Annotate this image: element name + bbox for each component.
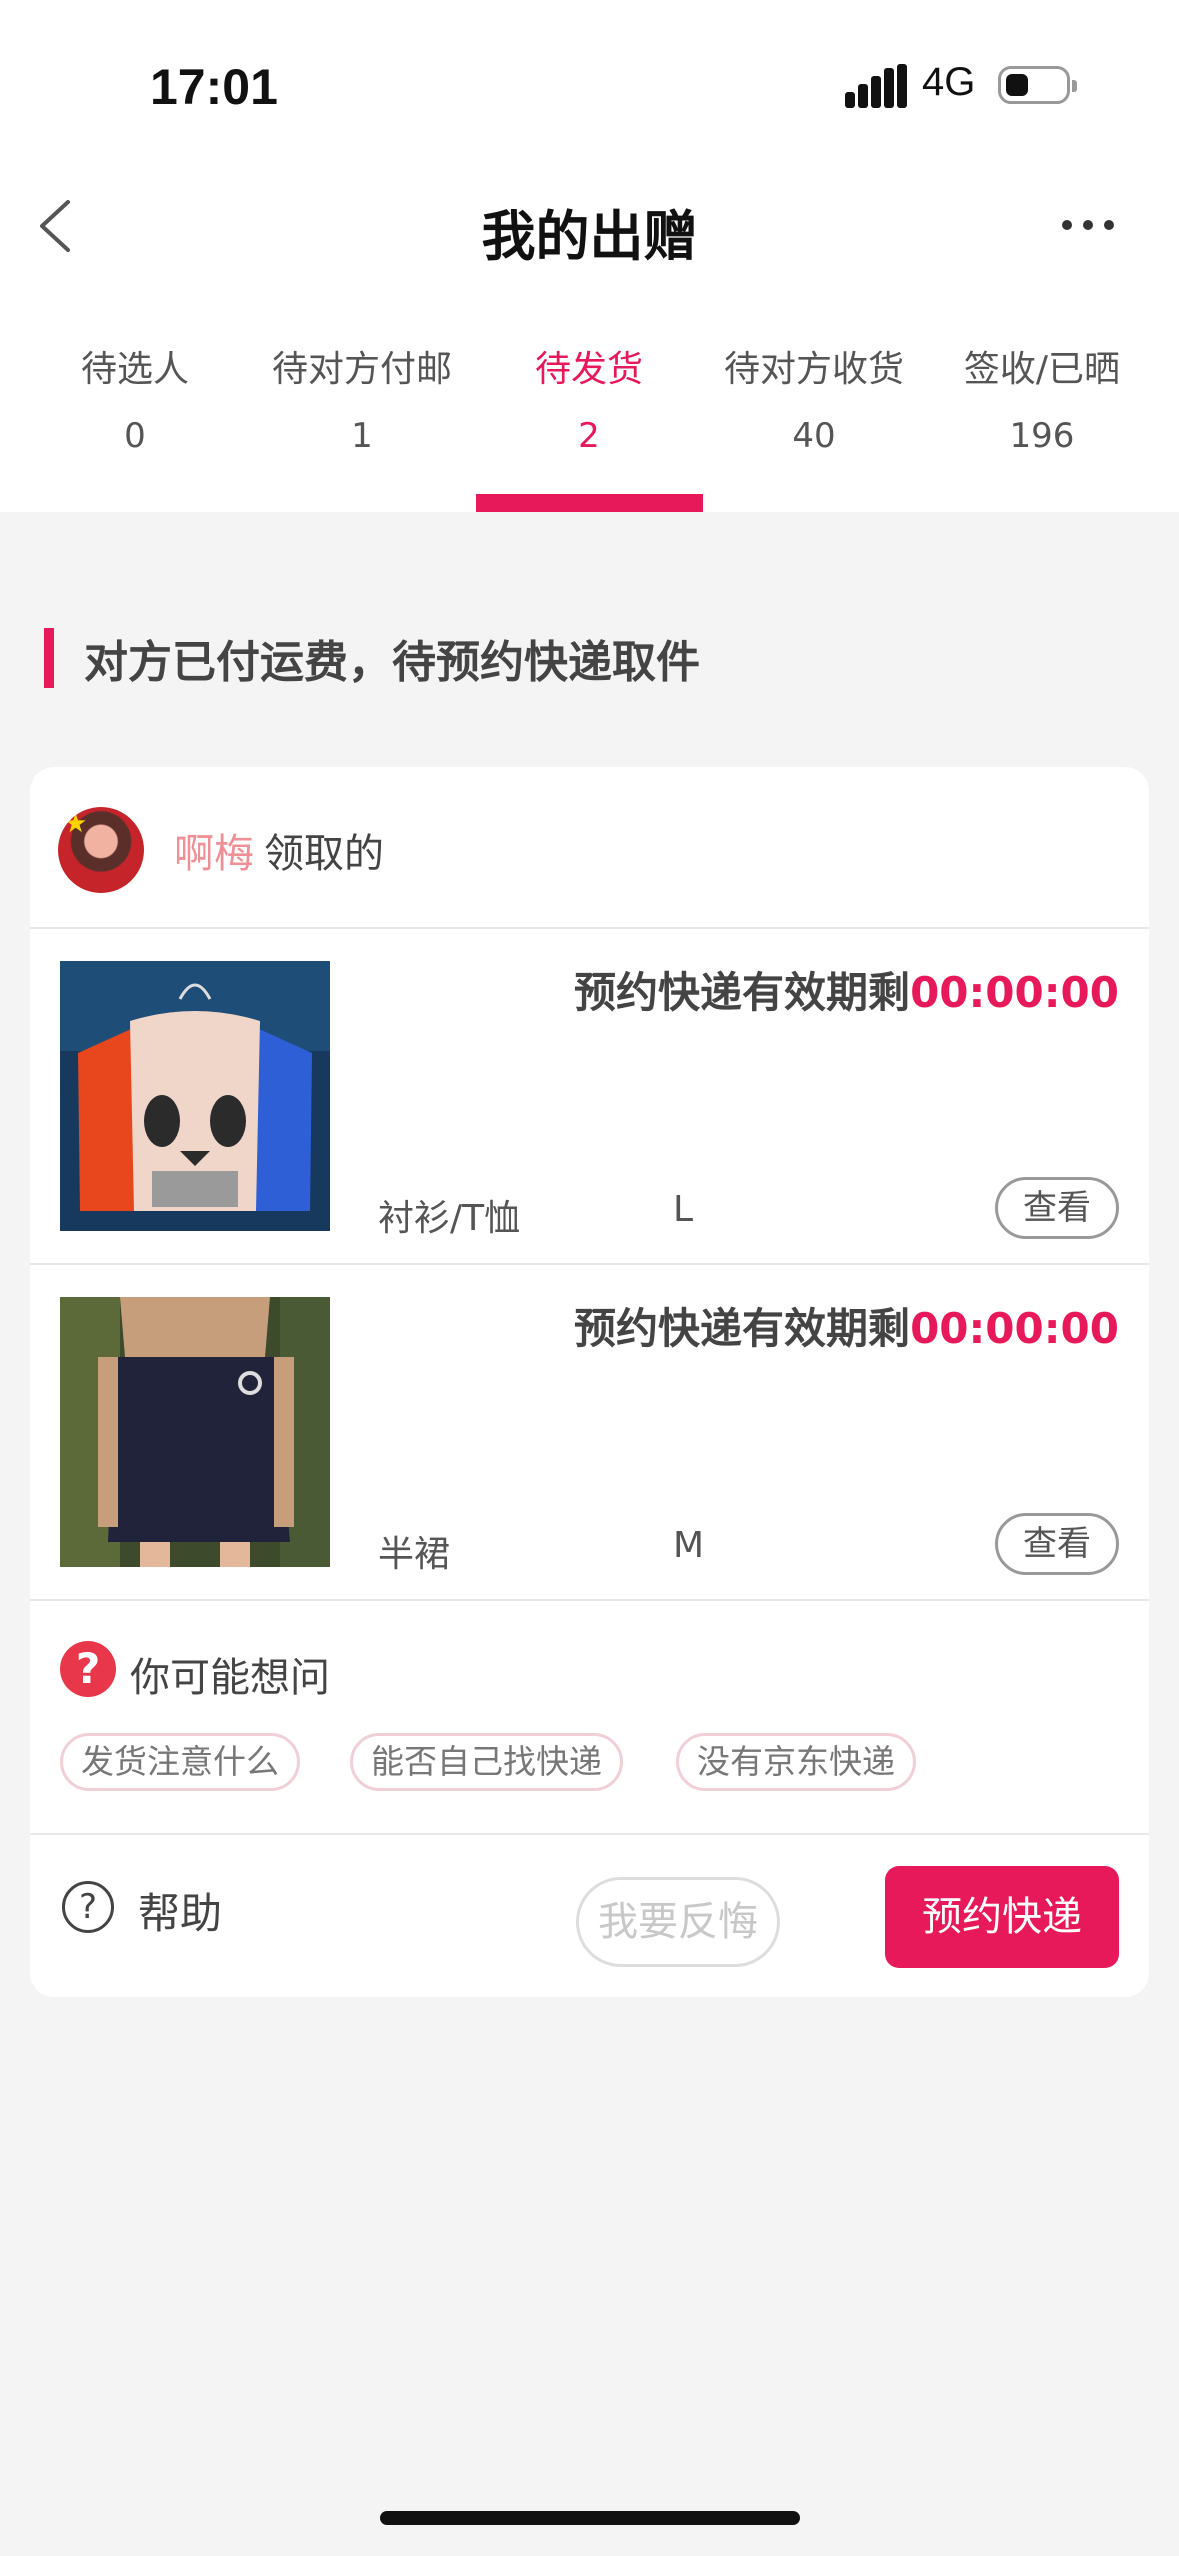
countdown-label: 预约快递有效期剩: [574, 968, 911, 1017]
tab-label: 待选人: [80, 349, 189, 390]
countdown-value: 00:00:00: [910, 968, 1119, 1017]
tab-count: 40: [792, 416, 836, 456]
tab-label: 待对方收货: [723, 349, 904, 390]
item-thumbnail[interactable]: [60, 1297, 330, 1567]
header-area: 17:01 4G 我的出赠 待选人 0 待对方付邮 1 待发货 2 待对方收货 …: [0, 0, 1179, 512]
recipient-action: 领取的: [264, 831, 384, 877]
tab-pending-select[interactable]: 待选人 0: [70, 340, 200, 456]
section-accent-bar: [44, 628, 54, 688]
shipping-countdown: 预约快递有效期剩00:00:00: [574, 1295, 1119, 1356]
tab-count: 2: [578, 416, 600, 456]
tab-label: 签收/已晒: [963, 349, 1121, 390]
tab-count: 196: [1009, 416, 1075, 456]
item-thumbnail[interactable]: [60, 961, 330, 1231]
faq-chip[interactable]: 能否自己找快递: [350, 1733, 623, 1791]
question-icon: ?: [60, 1641, 116, 1697]
shipping-countdown: 预约快递有效期剩00:00:00: [574, 959, 1119, 1020]
tab-pending-postage[interactable]: 待对方付邮 1: [262, 340, 462, 456]
active-tab-indicator: [476, 494, 703, 512]
order-card: ★ 啊梅 领取的 预约快递有效期剩00:00:00 衬衫/T恤 L 查看 预约快…: [30, 767, 1149, 1997]
tab-count: 0: [124, 416, 146, 456]
tab-pending-receipt[interactable]: 待对方收货 40: [712, 340, 916, 456]
countdown-value: 00:00:00: [910, 1304, 1119, 1353]
more-dots-icon[interactable]: [1062, 218, 1114, 234]
item-category: 半裙: [378, 1534, 451, 1575]
book-courier-button[interactable]: 预约快递: [885, 1866, 1119, 1968]
help-icon[interactable]: ?: [62, 1881, 114, 1933]
section-title: 对方已付运费，待预约快递取件: [84, 637, 700, 688]
status-time: 17:01: [150, 59, 278, 115]
view-button[interactable]: 查看: [995, 1177, 1119, 1239]
tab-count: 1: [351, 416, 373, 456]
divider: [30, 1833, 1149, 1835]
page-title: 我的出赠: [481, 205, 698, 268]
faq-title: 你可能想问: [130, 1655, 330, 1701]
home-indicator[interactable]: [380, 2511, 800, 2525]
countdown-label: 预约快递有效期剩: [574, 1304, 911, 1353]
divider: [30, 1599, 1149, 1601]
item-size: M: [673, 1525, 705, 1566]
faq-chip[interactable]: 发货注意什么: [60, 1733, 300, 1791]
list-item[interactable]: 预约快递有效期剩00:00:00 衬衫/T恤 L 查看: [30, 929, 1149, 1263]
view-button[interactable]: 查看: [995, 1513, 1119, 1575]
signal-icon: [845, 64, 907, 108]
tab-pending-shipment[interactable]: 待发货 2: [516, 340, 662, 456]
list-item[interactable]: 预约快递有效期剩00:00:00 半裙 M 查看: [30, 1265, 1149, 1599]
item-size: L: [673, 1189, 694, 1230]
network-type: 4G: [922, 60, 976, 104]
help-label[interactable]: 帮助: [138, 1880, 222, 1941]
tab-label: 待发货: [534, 349, 643, 390]
battery-low-icon: [998, 66, 1077, 104]
tab-label: 待对方付邮: [271, 349, 452, 390]
recipient-name[interactable]: 啊梅: [174, 831, 254, 877]
item-category: 衬衫/T恤: [378, 1198, 521, 1239]
regret-button[interactable]: 我要反悔: [576, 1877, 780, 1967]
recipient-line: 啊梅 领取的: [174, 821, 384, 879]
avatar[interactable]: ★: [58, 807, 144, 893]
tab-signed-shared[interactable]: 签收/已晒 196: [956, 340, 1128, 456]
faq-chip[interactable]: 没有京东快递: [676, 1733, 916, 1791]
